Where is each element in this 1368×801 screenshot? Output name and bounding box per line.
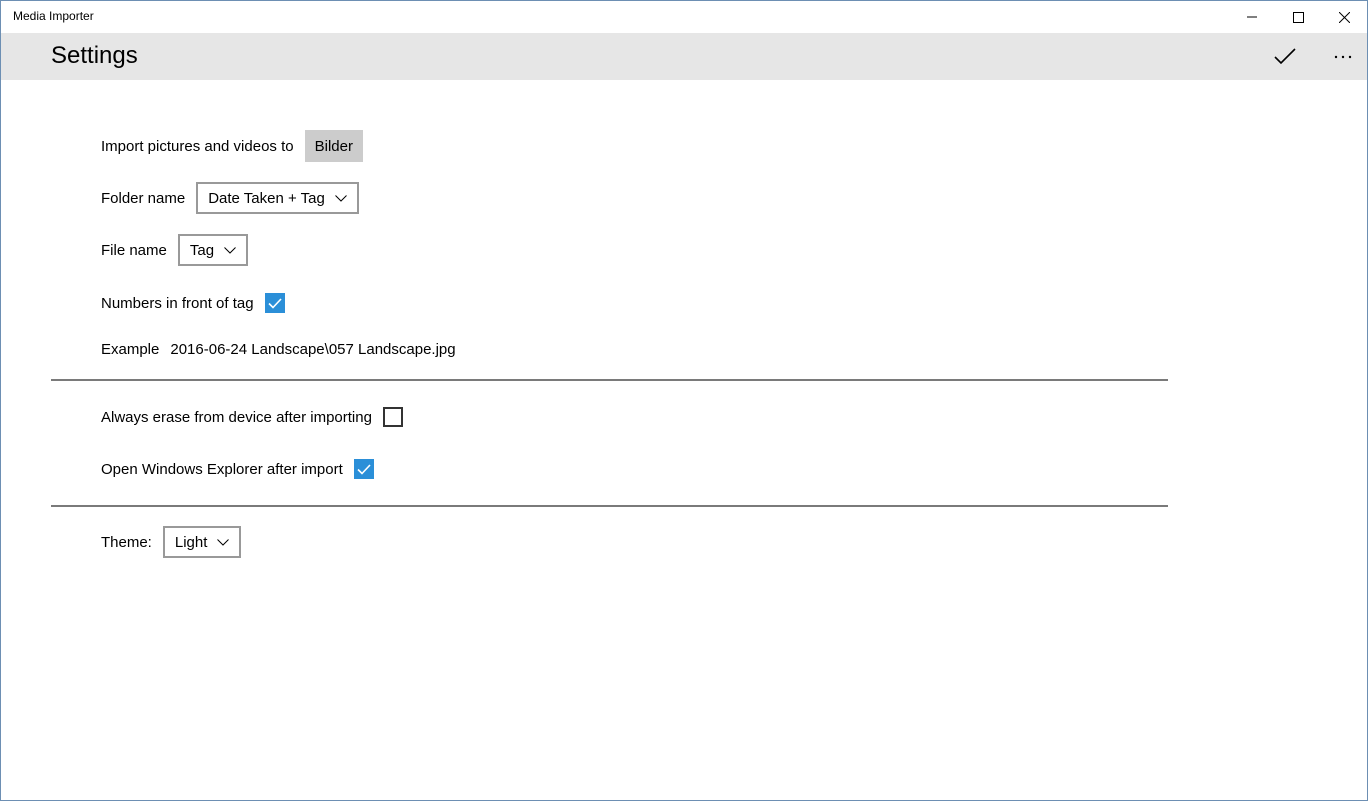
file-name-label: File name bbox=[101, 241, 167, 259]
checkmark-icon bbox=[1274, 47, 1296, 64]
numbers-label: Numbers in front of tag bbox=[101, 294, 254, 312]
explorer-checkbox[interactable] bbox=[353, 459, 374, 479]
checkmark-icon bbox=[268, 297, 282, 309]
minimize-button[interactable] bbox=[1229, 1, 1275, 33]
section-divider bbox=[51, 505, 1168, 507]
checkmark-icon bbox=[357, 463, 371, 475]
theme-dropdown[interactable]: Light bbox=[162, 526, 242, 558]
file-name-dropdown[interactable]: Tag bbox=[177, 234, 249, 266]
theme-value: Light bbox=[174, 533, 208, 551]
explorer-label: Open Windows Explorer after import bbox=[101, 460, 343, 478]
import-folder-button[interactable]: Bilder bbox=[304, 130, 363, 162]
page-title: Settings bbox=[51, 42, 138, 69]
example-row: Example 2016-06-24 Landscape\057 Landsca… bbox=[101, 341, 456, 358]
import-location-label: Import pictures and videos to bbox=[101, 137, 294, 155]
settings-header: Settings bbox=[1, 33, 1367, 80]
chevron-down-icon bbox=[224, 246, 236, 254]
close-icon bbox=[1338, 11, 1350, 23]
title-bar: Media Importer bbox=[1, 1, 1367, 33]
minimize-icon bbox=[1247, 16, 1257, 18]
numbers-row: Numbers in front of tag bbox=[101, 293, 285, 313]
chevron-down-icon bbox=[217, 538, 230, 546]
import-location-row: Import pictures and videos to Bilder bbox=[101, 130, 363, 162]
file-name-value: Tag bbox=[189, 241, 215, 259]
section-divider bbox=[51, 379, 1168, 381]
erase-label: Always erase from device after importing bbox=[101, 408, 372, 426]
app-window: Media Importer Settings Import pictures … bbox=[0, 0, 1368, 801]
erase-row: Always erase from device after importing bbox=[101, 407, 403, 427]
theme-row: Theme: Light bbox=[101, 526, 242, 558]
folder-name-value: Date Taken + Tag bbox=[208, 189, 325, 207]
numbers-checkbox[interactable] bbox=[264, 293, 285, 313]
app-title: Media Importer bbox=[13, 9, 94, 23]
maximize-icon bbox=[1292, 11, 1304, 23]
more-button[interactable] bbox=[1320, 33, 1366, 80]
more-ellipsis-icon bbox=[1334, 55, 1352, 58]
folder-name-row: Folder name Date Taken + Tag bbox=[101, 182, 359, 214]
folder-name-dropdown[interactable]: Date Taken + Tag bbox=[196, 182, 359, 214]
chevron-down-icon bbox=[334, 194, 347, 202]
explorer-row: Open Windows Explorer after import bbox=[101, 459, 374, 479]
folder-name-label: Folder name bbox=[101, 189, 186, 207]
maximize-button[interactable] bbox=[1275, 1, 1321, 33]
example-value: 2016-06-24 Landscape\057 Landscape.jpg bbox=[170, 341, 456, 358]
example-label: Example bbox=[101, 341, 160, 358]
file-name-row: File name Tag bbox=[101, 234, 249, 266]
erase-checkbox[interactable] bbox=[382, 407, 403, 427]
accept-button[interactable] bbox=[1262, 33, 1308, 80]
close-button[interactable] bbox=[1321, 1, 1367, 33]
theme-label: Theme: bbox=[101, 533, 152, 551]
